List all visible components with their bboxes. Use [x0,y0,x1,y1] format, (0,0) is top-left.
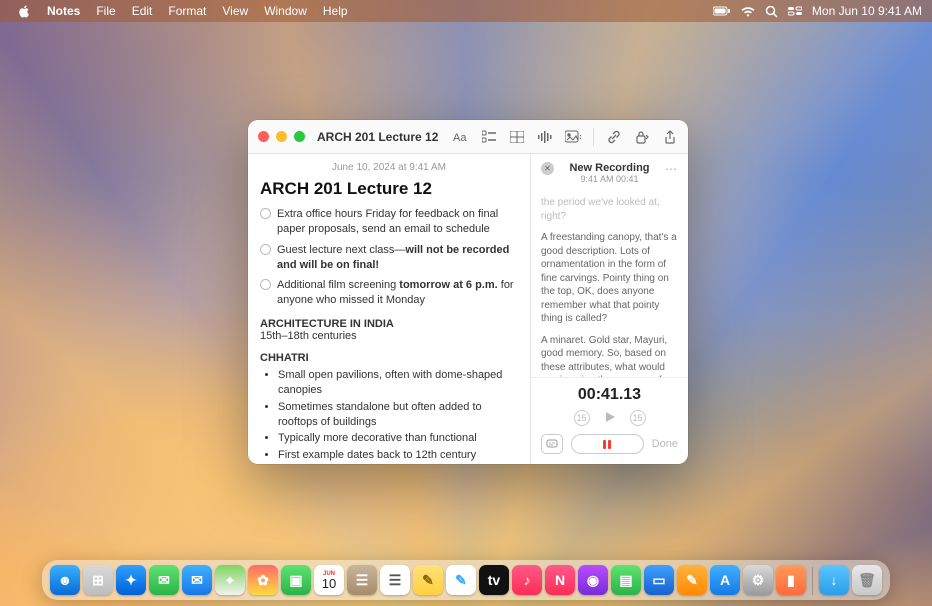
play-button[interactable] [604,411,616,426]
list-item: Typically more decorative than functiona… [278,431,518,446]
dock-icon-keynote[interactable]: ▭ [644,565,674,595]
checkbox-icon[interactable] [260,279,271,290]
dock-icon-news[interactable]: N [545,565,575,595]
dock-icon-podcasts[interactable]: ◉ [578,565,608,595]
checklist-item[interactable]: Guest lecture next class—will not be rec… [260,243,518,273]
dock-icon-facetime[interactable]: ▣ [281,565,311,595]
section-subheading: 15th–18th centuries [260,330,518,342]
dock-icon-maps[interactable]: ⌖ [215,565,245,595]
recording-subtitle: 9:41 AM 00:41 [554,174,665,184]
checklist-item[interactable]: Extra office hours Friday for feedback o… [260,207,518,237]
transcript-line: the period we've looked at, right? [541,196,678,223]
menubar: Notes File Edit Format View Window Help … [0,0,932,22]
menu-help[interactable]: Help [315,4,356,18]
checkbox-icon[interactable] [260,244,271,255]
recording-timer: 00:41.13 [541,386,678,404]
dock-icon-photos[interactable]: ✿ [248,565,278,595]
dock: ☻⊞✦✉✉⌖✿▣JUN10☰☰✎✎tv♪N◉▤▭✎A⚙▮ ↓🗑 [42,560,890,600]
recording-panel: ✕ New Recording 9:41 AM 00:41 ⋯ the peri… [530,154,688,464]
text-style-button[interactable]: Aa [453,129,469,145]
lock-button[interactable] [634,129,650,145]
close-panel-button[interactable]: ✕ [541,162,554,175]
dock-icon-downloads[interactable]: ↓ [819,565,849,595]
pause-recording-button[interactable] [571,434,644,454]
dock-icon-numbers[interactable]: ▤ [611,565,641,595]
apple-logo-icon [18,5,31,18]
dock-icon-calendar[interactable]: JUN10 [314,565,344,595]
done-button[interactable]: Done [652,438,678,450]
note-body[interactable]: June 10, 2024 at 9:41 AM ARCH 201 Lectur… [248,154,530,464]
dock-icon-contacts[interactable]: ☰ [347,565,377,595]
checklist-button[interactable] [481,129,497,145]
share-button[interactable] [662,129,678,145]
dock-icon-launchpad[interactable]: ⊞ [83,565,113,595]
menu-edit[interactable]: Edit [124,4,161,18]
pause-icon [603,440,611,449]
apple-menu[interactable] [10,5,39,18]
dock-icon-reminders[interactable]: ☰ [380,565,410,595]
media-button[interactable] [565,129,581,145]
dock-icon-appstore[interactable]: A [710,565,740,595]
menu-format[interactable]: Format [160,4,214,18]
transcript[interactable]: the period we've looked at, right? A fre… [531,192,688,377]
table-button[interactable] [509,129,525,145]
audio-button[interactable] [537,129,553,145]
app-name[interactable]: Notes [39,4,88,18]
list-item: First example dates back to 12th century [278,448,518,463]
window-minimize-button[interactable] [276,131,287,142]
dock-icon-finder[interactable]: ☻ [50,565,80,595]
wifi-icon[interactable] [741,6,755,17]
menu-view[interactable]: View [214,4,256,18]
notes-window: ARCH 201 Lecture 12 Aa June 10, 2024 at … [248,120,688,464]
dock-icon-mail[interactable]: ✉ [182,565,212,595]
menu-window[interactable]: Window [256,4,315,18]
transcript-toggle-button[interactable] [541,434,563,454]
dock-separator [812,567,813,595]
titlebar: ARCH 201 Lecture 12 Aa [248,120,688,154]
list-item: Sometimes standalone but often added to … [278,400,518,430]
svg-text:Aa: Aa [453,132,467,144]
dock-icon-iphone[interactable]: ▮ [776,565,806,595]
window-zoom-button[interactable] [294,131,305,142]
dock-icon-safari[interactable]: ✦ [116,565,146,595]
window-title: ARCH 201 Lecture 12 [317,130,438,144]
spotlight-icon[interactable] [765,5,778,18]
skip-forward-button[interactable]: 15 [630,410,646,426]
checklist-item[interactable]: Additional film screening tomorrow at 6 … [260,278,518,308]
dock-icon-music[interactable]: ♪ [512,565,542,595]
skip-back-button[interactable]: 15 [574,410,590,426]
dock-icon-pages[interactable]: ✎ [677,565,707,595]
section-heading: ARCHITECTURE IN INDIA [260,318,518,330]
note-date: June 10, 2024 at 9:41 AM [260,162,518,173]
transcript-line: A freestanding canopy, that's a good des… [541,231,678,326]
dock-icon-tv[interactable]: tv [479,565,509,595]
dock-icon-settings[interactable]: ⚙ [743,565,773,595]
dock-icon-notes[interactable]: ✎ [413,565,443,595]
menu-file[interactable]: File [88,4,123,18]
checkbox-icon[interactable] [260,208,271,219]
section-heading: CHHATRI [260,352,518,364]
list-item: Small open pavilions, often with dome-sh… [278,368,518,398]
bullet-list: Small open pavilions, often with dome-sh… [260,368,518,464]
more-button[interactable]: ⋯ [665,162,678,176]
link-button[interactable] [606,129,622,145]
dock-icon-trash[interactable]: 🗑 [852,565,882,595]
dock-icon-freeform[interactable]: ✎ [446,565,476,595]
menubar-clock[interactable]: Mon Jun 10 9:41 AM [812,4,922,18]
battery-icon[interactable] [713,6,731,16]
transcript-line: A minaret. Gold star, Mayuri, good memor… [541,334,678,378]
control-center-icon[interactable] [788,5,802,17]
recording-title: New Recording [554,162,665,174]
note-title: ARCH 201 Lecture 12 [260,179,518,199]
dock-icon-messages[interactable]: ✉ [149,565,179,595]
window-close-button[interactable] [258,131,269,142]
